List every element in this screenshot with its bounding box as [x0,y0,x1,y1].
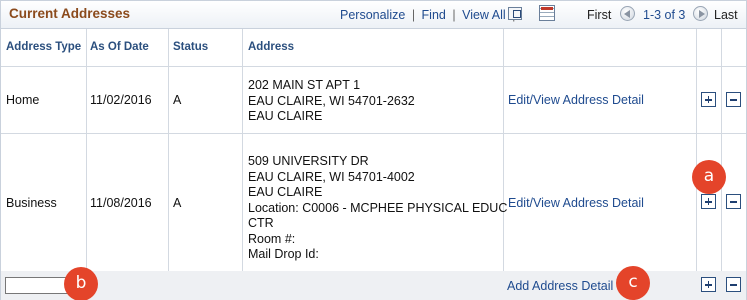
add-row-button[interactable] [701,92,716,107]
callout-marker-a: a [692,160,726,194]
delete-row-button[interactable] [726,92,741,107]
edit-view-address-link[interactable]: Edit/View Address Detail [508,196,644,212]
toolbar-separator: | [452,8,456,22]
address-type-cell: Business [6,196,57,210]
row-divider [1,66,746,67]
as-of-date-cell: 11/08/2016 [90,196,152,210]
status-cell: A [173,93,182,107]
column-header-address-type[interactable]: Address Type [6,41,81,53]
column-divider [86,29,87,300]
toolbar-separator: | [411,8,416,22]
status-cell: A [173,196,182,210]
current-addresses-grid: Current Addresses Personalize | Find | V… [0,0,747,300]
row-divider [1,133,746,134]
column-divider [168,29,169,300]
last-page-link[interactable]: Last [714,8,738,22]
address-cell: 202 MAIN ST APT 1 EAU CLAIRE, WI 54701-2… [248,78,415,123]
callout-marker-b: b [64,267,98,300]
column-header-as-of-date[interactable]: As Of Date [90,41,149,53]
callout-marker-c: c [616,266,650,300]
add-row-button[interactable] [701,277,716,292]
delete-row-icon [730,99,737,101]
edit-view-address-link[interactable]: Edit/View Address Detail [508,93,644,109]
delete-row-button[interactable] [726,277,741,292]
as-of-date-cell: 11/02/2016 [90,93,152,107]
address-type-cell: Home [6,93,40,107]
delete-row-button[interactable] [726,194,741,209]
address-cell: 509 UNIVERSITY DR EAU CLAIRE, WI 54701-4… [248,154,508,261]
add-address-detail-link[interactable]: Add Address Detail [507,279,613,295]
view-all-link[interactable]: View All [462,8,506,22]
grid-header-bar: Current Addresses Personalize | Find | V… [1,1,746,29]
zoom-grid-icon[interactable] [508,7,522,20]
download-spreadsheet-icon[interactable] [539,5,555,21]
grid-title: Current Addresses [9,6,131,21]
delete-row-icon [730,201,737,203]
row-range-text: 1-3 of 3 [643,8,686,22]
column-header-address[interactable]: Address [248,41,294,53]
next-circle-icon[interactable] [693,6,708,21]
personalize-link[interactable]: Personalize [340,8,405,22]
delete-row-icon [730,284,737,286]
find-link[interactable]: Find [422,8,446,22]
column-header-status[interactable]: Status [173,41,208,53]
previous-circle-icon[interactable] [620,6,635,21]
add-row-button[interactable] [701,194,716,209]
first-page-link[interactable]: First [587,8,611,22]
column-divider [242,29,243,300]
grid-toolbar-links: Personalize | Find | View All | [340,8,518,22]
